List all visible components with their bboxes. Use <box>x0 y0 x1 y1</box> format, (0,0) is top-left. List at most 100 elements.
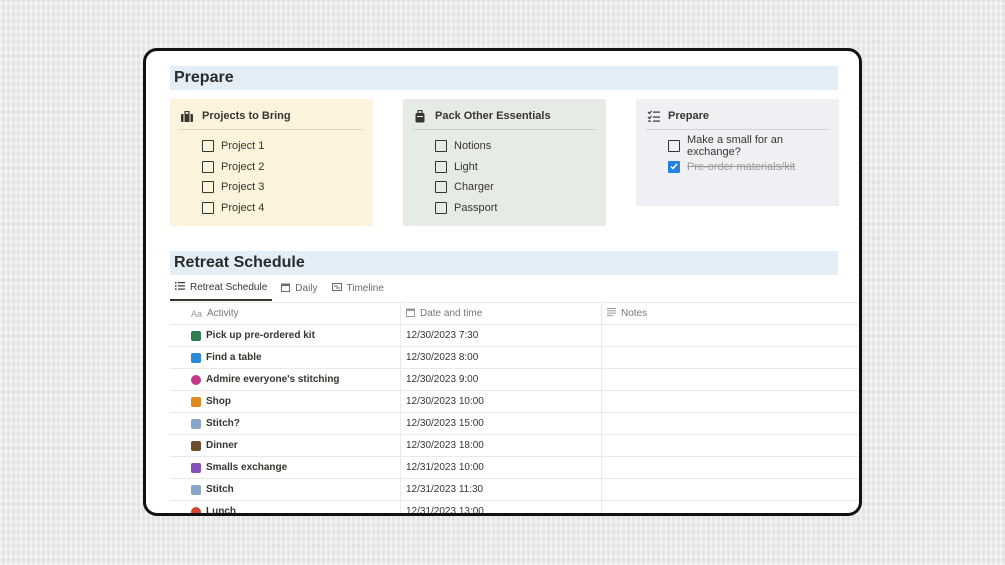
table-header: Aa Activity Date and time Notes <box>170 303 859 325</box>
activity-name: Admire everyone's stitching <box>206 374 340 385</box>
table-row[interactable]: Smalls exchange 12/31/2023 10:00 <box>170 457 859 479</box>
needle-icon <box>191 484 201 495</box>
activity-name: Dinner <box>206 440 238 451</box>
checklist-item[interactable]: Pre-order materials/kit <box>646 157 829 178</box>
checkbox[interactable] <box>202 201 214 214</box>
notes-cell[interactable] <box>602 413 859 434</box>
notes-cell[interactable] <box>602 391 859 412</box>
notes-cell[interactable] <box>602 457 859 478</box>
activity-cell[interactable]: Admire everyone's stitching <box>170 369 401 390</box>
heart-eyes-icon <box>191 374 201 385</box>
checkbox-checked[interactable] <box>668 160 680 173</box>
party-icon <box>191 440 201 451</box>
notes-cell[interactable] <box>602 501 859 513</box>
checkbox[interactable] <box>435 181 447 194</box>
checkbox[interactable] <box>435 160 447 173</box>
table-row[interactable]: Shop 12/30/2023 10:00 <box>170 391 859 413</box>
column-header-date[interactable]: Date and time <box>401 303 602 324</box>
prepare-heading: Prepare <box>170 66 838 90</box>
date-cell[interactable]: 12/30/2023 9:00 <box>401 369 602 390</box>
prepare-card: Prepare Make a small for an exchange? Pr… <box>636 99 839 206</box>
date-cell[interactable]: 12/30/2023 8:00 <box>401 347 602 368</box>
table-row[interactable]: Admire everyone's stitching 12/30/2023 9:… <box>170 369 859 391</box>
checkbox[interactable] <box>202 160 214 173</box>
activity-name: Pick up pre-ordered kit <box>206 330 315 341</box>
checklist-item[interactable]: Project 3 <box>180 177 363 198</box>
pack-other-essentials-card: Pack Other Essentials Notions Light Char… <box>403 99 606 226</box>
notes-cell[interactable] <box>602 347 859 368</box>
checkbox[interactable] <box>435 201 447 214</box>
schedule-table: Aa Activity Date and time Notes Pick up … <box>170 302 859 516</box>
checkbox[interactable] <box>202 181 214 194</box>
activity-name: Smalls exchange <box>206 462 288 473</box>
checklist-item[interactable]: Charger <box>413 177 596 198</box>
activity-cell[interactable]: Lunch <box>170 501 401 516</box>
date-cell[interactable]: 12/30/2023 18:00 <box>401 435 602 456</box>
map-pin-icon <box>191 352 201 363</box>
suitcase-icon <box>413 109 427 123</box>
briefcase-icon <box>180 109 194 123</box>
activity-cell[interactable]: Dinner <box>170 435 401 456</box>
checkbox[interactable] <box>202 140 214 153</box>
checklist-item[interactable]: Passport <box>413 198 596 219</box>
date-cell[interactable]: 12/31/2023 11:30 <box>401 479 602 500</box>
table-row[interactable]: Stitch 12/31/2023 11:30 <box>170 479 859 501</box>
tab-timeline[interactable]: Timeline <box>327 279 389 301</box>
activity-name: Lunch <box>206 506 236 516</box>
activity-name: Find a table <box>206 352 262 363</box>
column-header-notes[interactable]: Notes <box>602 303 859 324</box>
checkbox[interactable] <box>668 140 680 153</box>
checklist-icon <box>646 109 660 123</box>
date-cell[interactable]: 12/31/2023 13:00 <box>401 501 602 513</box>
card-title: Prepare <box>646 109 829 130</box>
activity-cell[interactable]: Find a table <box>170 347 401 368</box>
activity-cell[interactable]: Shop <box>170 391 401 412</box>
date-cell[interactable]: 12/30/2023 7:30 <box>401 325 602 346</box>
notes-cell[interactable] <box>602 325 859 346</box>
activity-name: Stitch <box>206 484 234 495</box>
column-header-activity[interactable]: Aa Activity <box>170 303 401 324</box>
date-cell[interactable]: 12/30/2023 10:00 <box>401 391 602 412</box>
checklist-item[interactable]: Project 4 <box>180 198 363 219</box>
checklist-item[interactable]: Project 1 <box>180 136 363 157</box>
date-cell[interactable]: 12/30/2023 15:00 <box>401 413 602 434</box>
notion-page-frame: Prepare Projects to Bring Project 1 Proj… <box>143 48 862 516</box>
table-row[interactable]: Dinner 12/30/2023 18:00 <box>170 435 859 457</box>
notes-cell[interactable] <box>602 479 859 500</box>
activity-name: Shop <box>206 396 231 407</box>
view-tabs: Retreat Schedule Daily Timeline <box>170 279 389 301</box>
activity-cell[interactable]: Pick up pre-ordered kit <box>170 325 401 346</box>
activity-name: Stitch? <box>206 418 240 429</box>
text-lines-icon <box>607 308 616 319</box>
activity-cell[interactable]: Stitch <box>170 479 401 500</box>
projects-to-bring-card: Projects to Bring Project 1 Project 2 Pr… <box>170 99 373 226</box>
activity-cell[interactable]: Stitch? <box>170 413 401 434</box>
retreat-schedule-heading: Retreat Schedule <box>170 251 838 275</box>
shopping-bag-icon <box>191 330 201 341</box>
table-row[interactable]: Pick up pre-ordered kit 12/30/2023 7:30 <box>170 325 859 347</box>
activity-cell[interactable]: Smalls exchange <box>170 457 401 478</box>
date-cell[interactable]: 12/31/2023 10:00 <box>401 457 602 478</box>
checklist-item[interactable]: Make a small for an exchange? <box>646 134 829 158</box>
checkbox[interactable] <box>435 140 447 153</box>
tab-daily[interactable]: Daily <box>276 279 322 301</box>
list-icon <box>175 282 185 293</box>
table-row[interactable]: Find a table 12/30/2023 8:00 <box>170 347 859 369</box>
table-row[interactable]: Lunch 12/31/2023 13:00 <box>170 501 859 516</box>
checklist-item[interactable]: Project 2 <box>180 157 363 178</box>
notes-cell[interactable] <box>602 435 859 456</box>
checklist-item[interactable]: Notions <box>413 136 596 157</box>
calendar-icon <box>406 308 415 320</box>
calendar-icon <box>281 283 291 295</box>
card-title: Projects to Bring <box>180 109 363 130</box>
table-row[interactable]: Stitch? 12/30/2023 15:00 <box>170 413 859 435</box>
checklist-item[interactable]: Light <box>413 157 596 178</box>
cart-icon <box>191 396 201 407</box>
needle-icon <box>191 418 201 429</box>
card-title: Pack Other Essentials <box>413 109 596 130</box>
timeline-icon <box>331 283 342 294</box>
tab-retreat-schedule[interactable]: Retreat Schedule <box>170 279 273 301</box>
plate-icon <box>191 506 201 513</box>
notes-cell[interactable] <box>602 369 859 390</box>
gift-icon <box>191 462 201 473</box>
